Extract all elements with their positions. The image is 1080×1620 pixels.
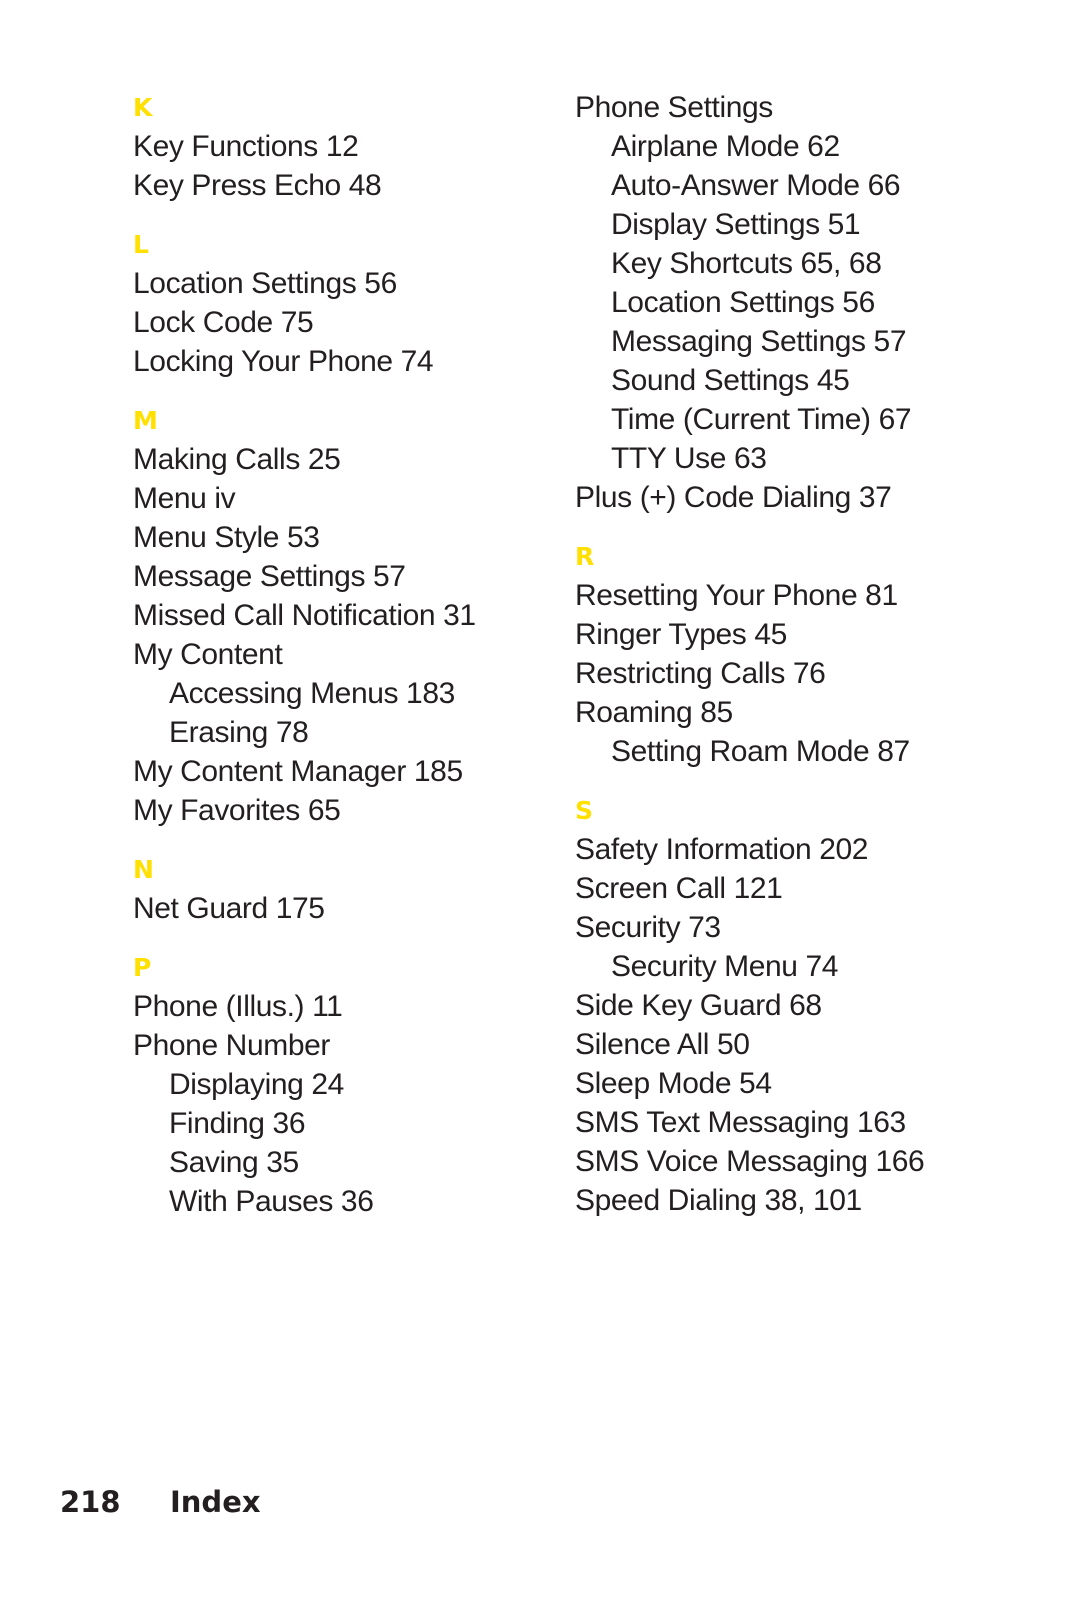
index-subentry: Display Settings 51 (611, 208, 861, 241)
section-letter-heading: S (575, 796, 594, 825)
index-subentry: Setting Roam Mode 87 (611, 735, 910, 768)
index-entry: Side Key Guard 68 (575, 989, 822, 1022)
index-subentry: Erasing 78 (169, 716, 309, 749)
index-subentry: Key Shortcuts 65, 68 (611, 247, 882, 280)
index-entry: Message Settings 57 (133, 560, 406, 593)
index-page: K Key Functions 12 Key Press Echo 48 L Locat… (0, 0, 1080, 1620)
index-entry: Screen Call 121 (575, 872, 783, 905)
index-subentry: Time (Current Time) 67 (611, 403, 912, 436)
index-entry: Locking Your Phone 74 (133, 345, 434, 378)
index-entry: Silence All 50 (575, 1028, 750, 1061)
index-entry: Phone (Illus.) 11 (133, 990, 343, 1023)
index-section-n: N Net Guard 175 (133, 850, 573, 928)
section-letter-heading: P (133, 953, 152, 982)
footer-page-number: 218 (60, 1485, 121, 1519)
index-section: Phone Settings Airplane Mode 62 Auto-Answe… (575, 88, 995, 517)
index-entry: My Content (133, 638, 283, 671)
index-section-m: M Making Calls 25 Menu iv Menu Style 53 Mess… (133, 401, 573, 830)
index-entry: Menu iv (133, 482, 236, 515)
section-letter-heading: K (133, 93, 153, 122)
index-subentry: Airplane Mode 62 (611, 130, 840, 163)
index-entry: Safety Information 202 (575, 833, 869, 866)
index-entry: Plus (+) Code Dialing 37 (575, 481, 892, 514)
index-entry: Ringer Types 45 (575, 618, 787, 651)
index-section-r: R Resetting Your Phone 81 Ringer Types 45 R… (575, 537, 995, 771)
section-letter-heading: R (575, 542, 595, 571)
index-section-s: S Safety Information 202 Screen Call 121 Se… (575, 791, 995, 1220)
index-entry: Phone Number (133, 1029, 330, 1062)
section-letter-heading: L (133, 230, 149, 259)
index-entry: Sleep Mode 54 (575, 1067, 772, 1100)
index-entry: Security 73 (575, 911, 721, 944)
index-entry: Resetting Your Phone 81 (575, 579, 898, 612)
index-subentry: With Pauses 36 (169, 1185, 374, 1218)
index-entry: Restricting Calls 76 (575, 657, 826, 690)
index-subentry: Sound Settings 45 (611, 364, 850, 397)
index-subentry: Messaging Settings 57 (611, 325, 907, 358)
index-entry: Key Functions 12 (133, 130, 359, 163)
index-entry: Missed Call Notification 31 (133, 599, 476, 632)
page-footer: 218 Index (0, 1482, 1080, 1530)
index-subentry: TTY Use 63 (611, 442, 767, 475)
index-section-p: P Phone (Illus.) 11 Phone Number Displaying… (133, 948, 573, 1221)
index-subentry: Location Settings 56 (611, 286, 875, 319)
index-entry: Location Settings 56 (133, 267, 397, 300)
index-entry: Menu Style 53 (133, 521, 320, 554)
left-column: K Key Functions 12 Key Press Echo 48 L Locat… (133, 88, 573, 1221)
section-letter-heading: N (133, 855, 154, 884)
index-section-l: L Location Settings 56 Lock Code 75 Locking… (133, 225, 573, 381)
index-entry: Phone Settings (575, 91, 773, 124)
footer-inner: 218 Index (60, 1482, 261, 1522)
section-letter-heading: M (133, 406, 158, 435)
index-subentry: Saving 35 (169, 1146, 299, 1179)
footer-section-label: Index (170, 1485, 261, 1519)
index-entry: SMS Text Messaging 163 (575, 1106, 906, 1139)
index-entry: Key Press Echo 48 (133, 169, 382, 202)
index-subentry: Finding 36 (169, 1107, 306, 1140)
index-subentry: Displaying 24 (169, 1068, 344, 1101)
index-entry: Lock Code 75 (133, 306, 314, 339)
index-columns: K Key Functions 12 Key Press Echo 48 L Locat… (0, 88, 1080, 1221)
index-entry: Roaming 85 (575, 696, 733, 729)
right-column: Phone Settings Airplane Mode 62 Auto-Answe… (575, 88, 995, 1220)
index-entry: Making Calls 25 (133, 443, 341, 476)
index-subentry: Auto-Answer Mode 66 (611, 169, 901, 202)
index-subentry: Accessing Menus 183 (169, 677, 455, 710)
index-entry: Net Guard 175 (133, 892, 325, 925)
index-entry: Speed Dialing 38, 101 (575, 1184, 862, 1217)
index-section-k: K Key Functions 12 Key Press Echo 48 (133, 88, 573, 205)
index-entry: My Favorites 65 (133, 794, 341, 827)
index-subentry: Security Menu 74 (611, 950, 839, 983)
index-entry: SMS Voice Messaging 166 (575, 1145, 925, 1178)
index-entry: My Content Manager 185 (133, 755, 463, 788)
